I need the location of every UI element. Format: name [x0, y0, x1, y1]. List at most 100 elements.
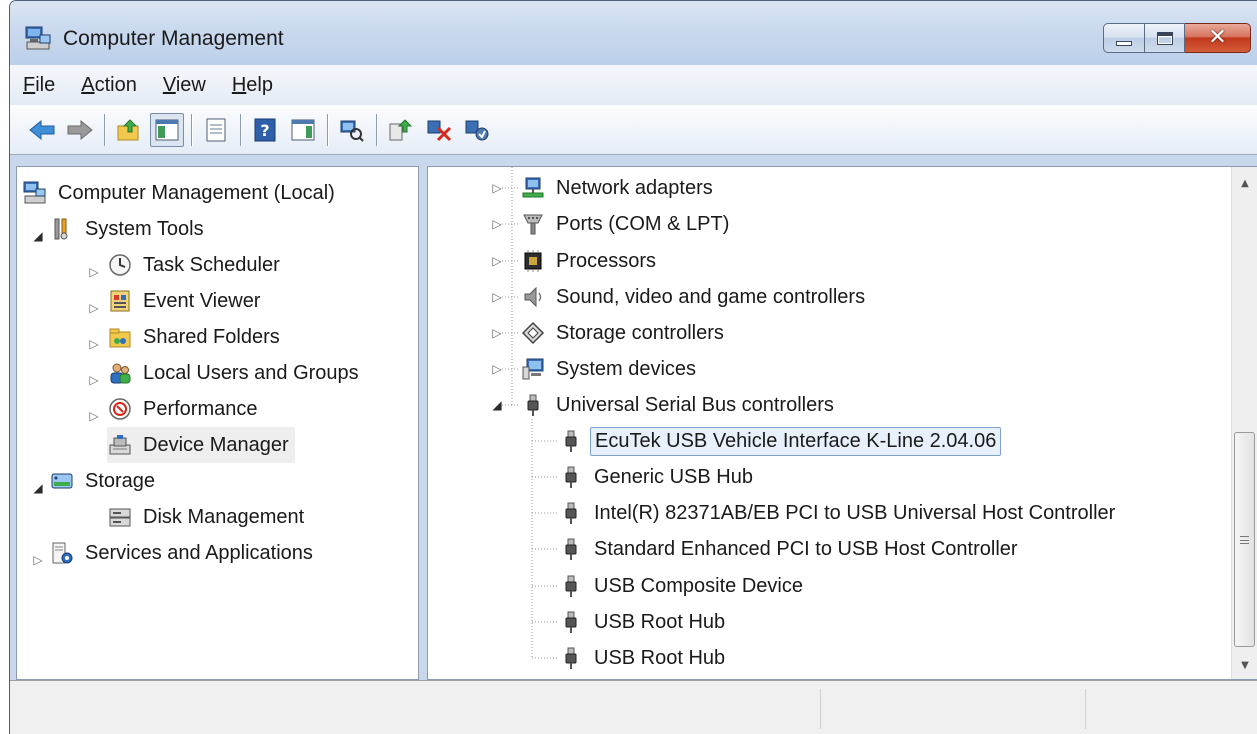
expand-arrow-icon[interactable]: ▷ — [87, 337, 101, 351]
scan-hardware-button[interactable] — [335, 113, 369, 147]
collapse-arrow-icon[interactable]: ◢ — [31, 229, 45, 243]
expand-arrow-icon[interactable]: ▷ — [490, 217, 504, 231]
tree-item-task-scheduler[interactable]: Task Scheduler — [107, 247, 284, 283]
update-driver-button[interactable] — [384, 113, 418, 147]
maximize-button[interactable] — [1145, 23, 1185, 53]
usb-device-label: USB Root Hub — [594, 610, 726, 633]
back-button[interactable] — [25, 113, 59, 147]
window-controls: ✕ — [1103, 23, 1251, 55]
help-button[interactable]: ? — [248, 113, 282, 147]
menu-action[interactable]: Action — [81, 74, 137, 97]
usb-device-composite[interactable]: USB Composite Device — [558, 568, 807, 604]
scroll-down-arrow-icon[interactable]: ▼ — [1232, 653, 1257, 677]
enable-device-button[interactable] — [460, 113, 494, 147]
show-action-pane-icon — [291, 119, 315, 140]
show-action-pane-button[interactable] — [286, 113, 320, 147]
update-driver-icon — [389, 118, 413, 140]
expand-arrow-icon[interactable]: ▷ — [490, 181, 504, 195]
tree-item-computer-management-local[interactable]: Computer Management (Local) — [22, 175, 339, 211]
expand-arrow-icon[interactable]: ▷ — [490, 290, 504, 304]
device-category-processors[interactable]: Processors — [520, 243, 660, 279]
tree-label: Disk Management — [143, 505, 305, 528]
shared-folder-icon — [107, 324, 133, 350]
vertical-scrollbar[interactable]: ▲ ▼ — [1231, 167, 1257, 679]
device-category-label: System devices — [556, 357, 697, 380]
forward-button[interactable] — [63, 113, 97, 147]
up-one-level-button[interactable] — [112, 113, 146, 147]
collapse-arrow-icon[interactable]: ◢ — [490, 398, 504, 412]
close-button[interactable]: ✕ — [1185, 23, 1251, 53]
scroll-up-arrow-icon[interactable]: ▲ — [1232, 171, 1257, 195]
usb-plug-icon — [558, 428, 584, 454]
show-hide-console-tree-button[interactable] — [150, 112, 184, 147]
expand-arrow-icon[interactable]: ▷ — [490, 362, 504, 376]
usb-device-ecutek-interface[interactable]: EcuTek USB Vehicle Interface K-Line 2.04… — [558, 423, 1002, 459]
device-category-ports[interactable]: Ports (COM & LPT) — [520, 206, 733, 242]
usb-device-label: USB Root Hub — [594, 646, 726, 669]
tree-label: Event Viewer — [143, 289, 261, 312]
performance-icon — [107, 396, 133, 422]
device-category-usb-controllers[interactable]: Universal Serial Bus controllers — [520, 387, 838, 423]
device-category-system-devices[interactable]: System devices — [520, 351, 700, 387]
menu-file[interactable]: File — [23, 74, 55, 97]
computer-management-icon — [22, 180, 48, 206]
title-bar[interactable]: Computer Management ✕ — [10, 1, 1257, 65]
network-adapter-icon — [520, 175, 546, 201]
expand-arrow-icon[interactable]: ▷ — [87, 301, 101, 315]
tree-item-device-manager[interactable]: Device Manager — [107, 427, 295, 463]
usb-device-standard-enhanced-controller[interactable]: Standard Enhanced PCI to USB Host Contro… — [558, 531, 1022, 567]
usb-device-intel-host-controller[interactable]: Intel(R) 82371AB/EB PCI to USB Universal… — [558, 495, 1119, 531]
menu-help[interactable]: Help — [232, 74, 273, 97]
event-viewer-icon — [107, 288, 133, 314]
device-category-storage-controllers[interactable]: Storage controllers — [520, 315, 728, 351]
show-hide-console-tree-icon — [155, 119, 179, 140]
scrollbar-thumb[interactable] — [1234, 432, 1255, 647]
tree-item-performance[interactable]: Performance — [107, 391, 262, 427]
tree-label: Device Manager — [143, 433, 289, 456]
usb-plug-icon — [558, 609, 584, 635]
usb-plug-icon — [558, 500, 584, 526]
content-area: Computer Management (Local) ◢ System Too… — [10, 156, 1257, 680]
minimize-button[interactable] — [1103, 23, 1145, 53]
tree-label: Task Scheduler — [143, 253, 280, 276]
status-divider — [820, 689, 821, 729]
clock-icon — [107, 252, 133, 278]
usb-device-root-hub-2[interactable]: USB Root Hub — [558, 640, 729, 676]
tree-label: Performance — [143, 397, 258, 420]
processor-icon — [520, 248, 546, 274]
toolbar-separator — [327, 113, 328, 146]
device-category-label: Processors — [556, 249, 657, 272]
usb-device-root-hub-1[interactable]: USB Root Hub — [558, 604, 729, 640]
tree-item-event-viewer[interactable]: Event Viewer — [107, 283, 264, 319]
tree-item-services-and-applications[interactable]: Services and Applications — [49, 535, 317, 571]
properties-button[interactable] — [199, 113, 233, 147]
storage-controller-icon — [520, 320, 546, 346]
tree-item-storage[interactable]: Storage — [49, 463, 159, 499]
tree-item-local-users-and-groups[interactable]: Local Users and Groups — [107, 355, 363, 391]
tree-item-system-tools[interactable]: System Tools — [49, 211, 208, 247]
console-tree: Computer Management (Local) ◢ System Too… — [16, 166, 419, 680]
device-category-network-adapters[interactable]: Network adapters — [520, 170, 717, 206]
expand-arrow-icon[interactable]: ▷ — [87, 265, 101, 279]
users-icon — [107, 360, 133, 386]
toolbar-separator — [376, 113, 377, 146]
expand-arrow-icon[interactable]: ▷ — [31, 553, 45, 567]
usb-device-generic-hub[interactable]: Generic USB Hub — [558, 459, 757, 495]
uninstall-button[interactable] — [422, 113, 456, 147]
expand-arrow-icon[interactable]: ▷ — [87, 373, 101, 387]
expand-arrow-icon[interactable]: ▷ — [87, 409, 101, 423]
toolbar-separator — [191, 113, 192, 146]
menu-view[interactable]: View — [163, 74, 206, 97]
services-icon — [49, 540, 75, 566]
tree-item-shared-folders[interactable]: Shared Folders — [107, 319, 284, 355]
device-category-sound-video-game[interactable]: Sound, video and game controllers — [520, 279, 869, 315]
expand-arrow-icon[interactable]: ▷ — [490, 326, 504, 340]
speaker-icon — [520, 284, 546, 310]
usb-plug-icon — [558, 464, 584, 490]
usb-plug-icon — [520, 392, 546, 418]
device-category-label: Universal Serial Bus controllers — [556, 393, 834, 416]
expand-arrow-icon[interactable]: ▷ — [490, 254, 504, 268]
minimize-icon — [1116, 40, 1132, 46]
tree-item-disk-management[interactable]: Disk Management — [107, 499, 308, 535]
collapse-arrow-icon[interactable]: ◢ — [31, 481, 45, 495]
